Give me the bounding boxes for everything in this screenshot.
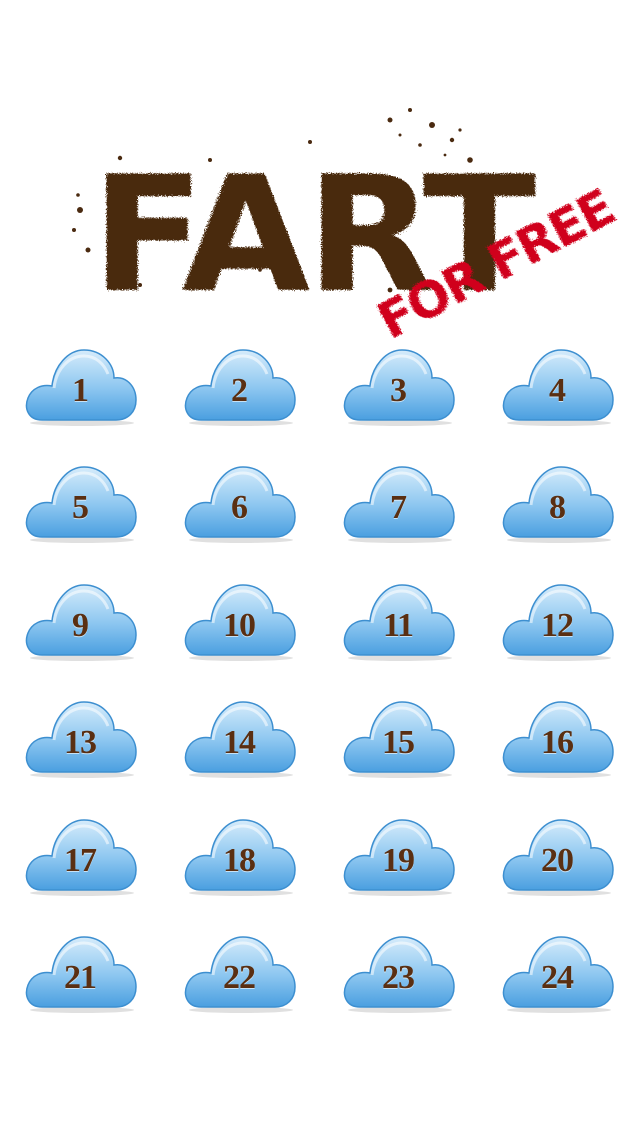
sound-button-8[interactable]: 8	[501, 463, 621, 545]
sound-button-11[interactable]: 11	[342, 581, 462, 663]
sound-button-label: 5	[72, 489, 89, 526]
sound-button-label: 14	[223, 724, 256, 761]
sound-button-label: 9	[72, 607, 89, 644]
sound-button-14[interactable]: 14	[183, 698, 303, 780]
sound-button-12[interactable]: 12	[501, 581, 621, 663]
sound-button-label: 1	[72, 372, 89, 409]
sound-button-1[interactable]: 1	[24, 346, 144, 428]
sound-button-label: 19	[382, 842, 415, 879]
sound-button-24[interactable]: 24	[501, 933, 621, 1015]
sound-button-4[interactable]: 4	[501, 346, 621, 428]
sound-button-7[interactable]: 7	[342, 463, 462, 545]
sound-button-2[interactable]: 2	[183, 346, 303, 428]
sound-button-label: 20	[541, 842, 574, 879]
sound-button-23[interactable]: 23	[342, 933, 462, 1015]
sound-button-label: 21	[64, 959, 97, 996]
sound-button-3[interactable]: 3	[342, 346, 462, 428]
sound-button-label: 8	[549, 489, 566, 526]
sound-button-label: 22	[223, 959, 256, 996]
sound-button-22[interactable]: 22	[183, 933, 303, 1015]
sound-button-15[interactable]: 15	[342, 698, 462, 780]
sound-button-label: 10	[223, 607, 256, 644]
sound-button-18[interactable]: 18	[183, 816, 303, 898]
sound-button-6[interactable]: 6	[183, 463, 303, 545]
sound-button-label: 4	[549, 372, 566, 409]
sound-button-label: 11	[382, 607, 414, 644]
sound-button-17[interactable]: 17	[24, 816, 144, 898]
sound-button-label: 6	[231, 489, 248, 526]
sound-button-19[interactable]: 19	[342, 816, 462, 898]
sound-button-label: 2	[231, 372, 248, 409]
sound-button-5[interactable]: 5	[24, 463, 144, 545]
sound-button-16[interactable]: 16	[501, 698, 621, 780]
sound-button-label: 17	[64, 842, 97, 879]
sound-button-label: 15	[382, 724, 415, 761]
sound-button-21[interactable]: 21	[24, 933, 144, 1015]
sound-button-20[interactable]: 20	[501, 816, 621, 898]
sound-button-9[interactable]: 9	[24, 581, 144, 663]
sound-button-10[interactable]: 10	[183, 581, 303, 663]
sound-button-label: 7	[390, 489, 407, 526]
sound-button-label: 16	[541, 724, 574, 761]
sound-button-label: 23	[382, 959, 415, 996]
sound-button-grid: 1 2 3 4 5 6 7 8 9 10 11 12 13 14 15 16 17 18 19 20 21 22 23 24	[0, 0, 640, 1136]
sound-button-label: 13	[64, 724, 97, 761]
sound-button-13[interactable]: 13	[24, 698, 144, 780]
sound-button-label: 24	[541, 959, 574, 996]
sound-button-label: 12	[541, 607, 574, 644]
sound-button-label: 18	[223, 842, 256, 879]
sound-button-label: 3	[390, 372, 407, 409]
